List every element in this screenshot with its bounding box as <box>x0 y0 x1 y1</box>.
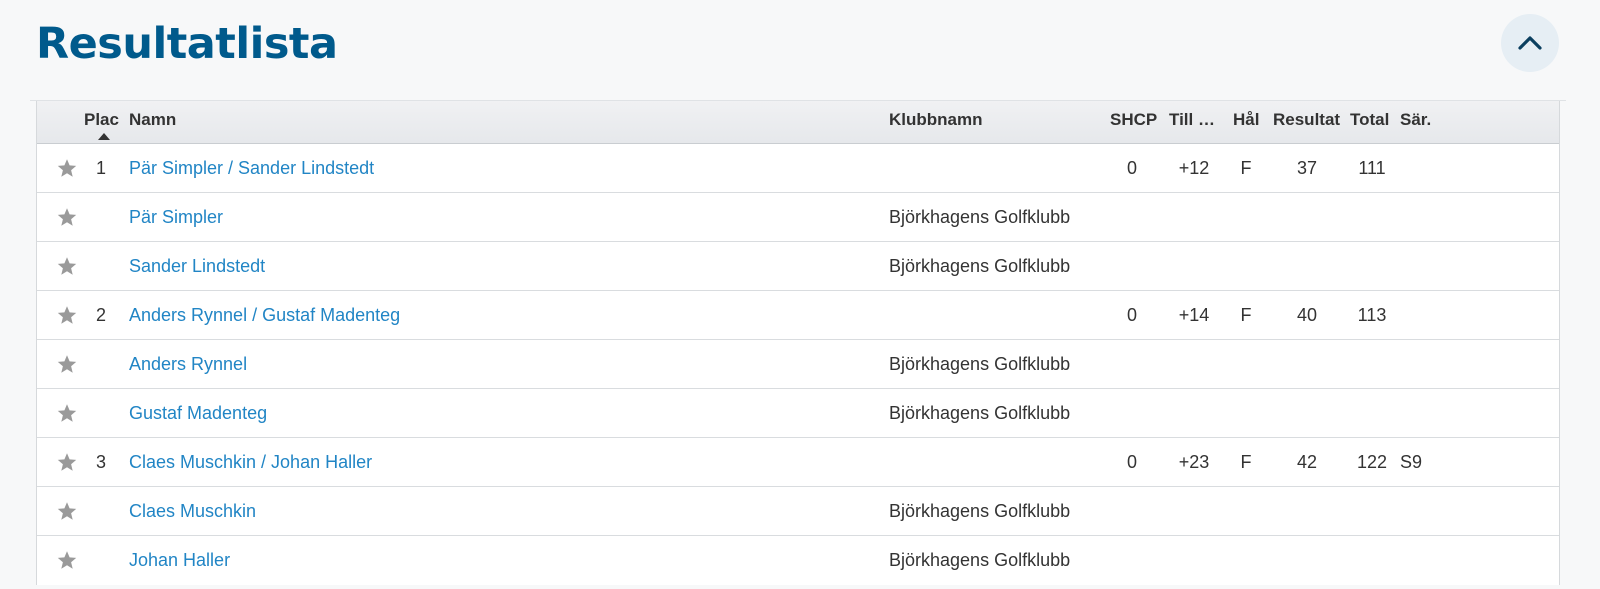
star-icon[interactable] <box>57 354 77 374</box>
resultat-value: 42 <box>1296 452 1318 472</box>
table-row-player: Anders Rynnel Björkhagens Golfklubb <box>37 340 1559 389</box>
club-name: Björkhagens Golfklubb <box>889 256 1071 276</box>
club-name: Björkhagens Golfklubb <box>889 354 1071 374</box>
table-row-team: 2 Anders Rynnel / Gustaf Madenteg 0 +14 F 40 1… <box>37 291 1559 340</box>
till-value: +14 <box>1178 305 1210 325</box>
star-icon[interactable] <box>57 501 77 521</box>
table-row-player: Sander Lindstedt Björkhagens Golfklubb <box>37 242 1559 291</box>
table-row-team: 3 Claes Muschkin / Johan Haller 0 +23 F 42 122… <box>37 438 1559 487</box>
hal-value: F <box>1240 158 1252 178</box>
star-icon[interactable] <box>57 207 77 227</box>
table-row-team: 1 Pär Simpler / Sander Lindstedt 0 +12 F 37 11… <box>37 144 1559 193</box>
player-name-link[interactable]: Anders Rynnel / Gustaf Madenteg <box>129 305 400 326</box>
page-title: Resultatlista <box>36 19 338 69</box>
till-value: +12 <box>1178 158 1210 178</box>
club-name: Björkhagens Golfklubb <box>889 550 1071 570</box>
table-row-player: Gustaf Madenteg Björkhagens Golfklubb <box>37 389 1559 438</box>
table-row-player: Claes Muschkin Björkhagens Golfklubb <box>37 487 1559 536</box>
resultat-value: 37 <box>1296 158 1318 178</box>
player-name-link[interactable]: Pär Simpler <box>129 207 223 228</box>
star-icon[interactable] <box>57 550 77 570</box>
results-table: Plac Namn Klubbnamn SHCP Till … Hål Resu… <box>36 101 1560 585</box>
table-header: Plac Namn Klubbnamn SHCP Till … Hål Resu… <box>37 101 1559 144</box>
total-value: 111 <box>1358 158 1386 178</box>
placement: 3 <box>95 452 106 472</box>
column-header-hal[interactable]: Hål <box>1233 110 1259 130</box>
column-header-sar[interactable]: Sär. <box>1400 110 1431 130</box>
placement: 1 <box>95 158 106 178</box>
collapse-button[interactable] <box>1501 14 1559 72</box>
shcp-value: 0 <box>1126 452 1137 472</box>
column-header-klubbnamn[interactable]: Klubbnamn <box>889 110 983 130</box>
player-name-link[interactable]: Anders Rynnel <box>129 354 247 375</box>
resultat-value: 40 <box>1296 305 1318 325</box>
column-header-resultat[interactable]: Resultat <box>1273 110 1340 130</box>
column-header-till[interactable]: Till … <box>1169 110 1215 130</box>
placement: 2 <box>95 305 106 325</box>
player-name-link[interactable]: Claes Muschkin / Johan Haller <box>129 452 372 473</box>
table-row-player: Johan Haller Björkhagens Golfklubb <box>37 536 1559 585</box>
player-name-link[interactable]: Claes Muschkin <box>129 501 256 522</box>
club-name: Björkhagens Golfklubb <box>889 501 1071 521</box>
star-icon[interactable] <box>57 403 77 423</box>
sort-ascending-icon <box>98 133 110 140</box>
player-name-link[interactable]: Gustaf Madenteg <box>129 403 267 424</box>
hal-value: F <box>1240 305 1252 325</box>
star-icon[interactable] <box>57 305 77 325</box>
shcp-value: 0 <box>1126 158 1137 178</box>
player-name-link[interactable]: Johan Haller <box>129 550 230 571</box>
column-header-plac[interactable]: Plac <box>84 110 119 130</box>
total-value: 122 <box>1356 452 1388 472</box>
star-icon[interactable] <box>57 158 77 178</box>
star-icon[interactable] <box>57 256 77 276</box>
column-header-namn[interactable]: Namn <box>129 110 176 130</box>
table-row-player: Pär Simpler Björkhagens Golfklubb <box>37 193 1559 242</box>
player-name-link[interactable]: Pär Simpler / Sander Lindstedt <box>129 158 374 179</box>
column-header-shcp[interactable]: SHCP <box>1110 110 1157 130</box>
chevron-up-icon <box>1518 36 1542 50</box>
club-name: Björkhagens Golfklubb <box>889 207 1071 227</box>
till-value: +23 <box>1178 452 1210 472</box>
sar-value: S9 <box>1400 452 1423 472</box>
hal-value: F <box>1240 452 1252 472</box>
total-value: 113 <box>1357 305 1387 325</box>
player-name-link[interactable]: Sander Lindstedt <box>129 256 265 277</box>
club-name: Björkhagens Golfklubb <box>889 403 1071 423</box>
star-icon[interactable] <box>57 452 77 472</box>
shcp-value: 0 <box>1126 305 1137 325</box>
column-header-total[interactable]: Total <box>1350 110 1389 130</box>
table-body: 1 Pär Simpler / Sander Lindstedt 0 +12 F 37 11… <box>37 144 1559 585</box>
